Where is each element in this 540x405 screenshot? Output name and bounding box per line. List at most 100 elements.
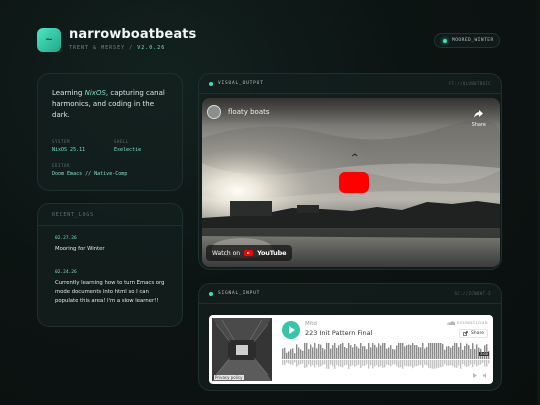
waveform-bar — [430, 343, 432, 359]
waveform-reflection-bar — [398, 360, 400, 368]
waveform-reflection-bar — [322, 360, 324, 365]
video-title[interactable]: floaty boats — [228, 108, 270, 116]
waveform-reflection-bar — [440, 360, 442, 368]
site-logo[interactable]: ~ — [37, 28, 61, 52]
soundcloud-cloud-icon — [446, 320, 455, 325]
spec-editor: EDITOR Doom Emacs // Native-Comp — [52, 163, 127, 177]
volume-icon[interactable] — [483, 373, 488, 378]
log-entry[interactable]: 02.24.26 Currently learning how to turn … — [55, 270, 173, 306]
waveform-reflection-bar — [336, 360, 338, 365]
video-play-button[interactable] — [339, 172, 369, 193]
soundcloud-play-button[interactable] — [282, 321, 300, 339]
waveform-reflection-bar — [306, 360, 308, 368]
soundcloud-wordmark: SOUNDCLOUD — [456, 320, 488, 325]
waveform-reflection-bar — [296, 360, 298, 367]
waveform-reflection-bar — [464, 360, 466, 366]
waveform-reflection-bar — [290, 360, 292, 365]
subtitle-version: V2.0.26 — [137, 45, 166, 51]
waveform-bar — [370, 347, 372, 359]
waveform-bar — [398, 343, 400, 359]
waveform-reflection-bar — [308, 360, 310, 365]
site-subtitle: TRENT & MERSEY / V2.0.26 — [69, 45, 165, 51]
spec-system: SYSTEM NixOS 25.11 — [52, 139, 85, 153]
waveform[interactable] — [282, 343, 490, 369]
soundcloud-logo[interactable]: SOUNDCLOUD — [446, 320, 488, 325]
waveform-reflection-bar — [382, 360, 384, 368]
waveform-reflection-bar — [292, 360, 294, 365]
track-artist[interactable]: Mitd — [305, 321, 317, 327]
next-track-icon[interactable] — [473, 373, 478, 378]
waveform-reflection-bar — [418, 360, 420, 366]
waveform-bar — [466, 343, 468, 359]
indicator-dot-icon — [209, 81, 213, 86]
soundcloud-controls — [473, 373, 488, 378]
waveform-bar — [308, 349, 310, 359]
waveform-bar — [372, 343, 374, 359]
privacy-policy-link[interactable]: Privacy policy — [214, 375, 244, 380]
waveform-reflection-bar — [288, 360, 290, 364]
waveform-bar — [432, 343, 434, 359]
youtube-player[interactable]: floaty boats Share Watch on YouTube — [202, 98, 500, 267]
waveform-reflection-bar — [406, 360, 408, 367]
log-text: Mooring for Winter — [55, 246, 105, 252]
site-title[interactable]: narrowboatbeats — [69, 27, 196, 42]
watch-on-youtube-button[interactable]: Watch on YouTube — [206, 245, 293, 261]
waveform-bar — [414, 345, 416, 359]
logs-title: RECENT_LOGS — [38, 204, 182, 226]
waveform-reflection-bar — [488, 360, 490, 364]
channel-avatar[interactable] — [207, 105, 221, 119]
waveform-reflection-bar — [404, 360, 406, 366]
waveform-bar — [394, 349, 396, 359]
waveform-bar — [320, 344, 322, 359]
card-title: SIGNAL_INPUT — [218, 291, 261, 296]
waveform-bar — [358, 348, 360, 359]
waveform-reflection-bar — [468, 360, 470, 367]
waveform-reflection-bar — [388, 360, 390, 366]
track-artwork[interactable]: Privacy policy — [212, 318, 272, 381]
intro-emphasis: NixOS — [84, 89, 106, 97]
waveform-reflection-bar — [410, 360, 412, 367]
waveform-reflection-bar — [366, 360, 368, 365]
waveform-bar — [410, 345, 412, 359]
spec-label: EDITOR — [52, 163, 71, 168]
share-icon — [463, 331, 468, 336]
waveform-reflection-bar — [350, 360, 352, 367]
waveform-reflection-bar — [424, 360, 426, 365]
waveform-bar — [456, 343, 458, 359]
waveform-reflection-bar — [354, 360, 356, 367]
waveform-bar — [368, 343, 370, 359]
waveform-bar — [468, 345, 470, 359]
track-title[interactable]: 223 Init Pattern Final — [305, 329, 372, 337]
soundcloud-share-button[interactable]: Share — [459, 329, 488, 338]
waveform-bar — [294, 353, 296, 359]
waveform-bar — [314, 343, 316, 359]
waveform-bar — [420, 347, 422, 359]
waveform-bar — [444, 349, 446, 359]
waveform-bar — [342, 343, 344, 359]
waveform-bar — [336, 347, 338, 359]
waveform-bar — [328, 343, 330, 359]
waveform-bar — [446, 346, 448, 359]
waveform-bar — [338, 345, 340, 359]
waveform-bar — [346, 348, 348, 359]
soundcloud-player[interactable]: Privacy policy Mitd 223 Init Pattern Fin… — [209, 315, 493, 384]
waveform-bar — [438, 343, 440, 359]
waveform-bar — [422, 343, 424, 359]
waveform-reflection-bar — [472, 360, 474, 368]
waveform-reflection-bar — [408, 360, 410, 367]
status-text: MOORED_WINTER — [452, 38, 494, 43]
video-share-button[interactable]: Share — [472, 103, 486, 128]
waveform-bar — [356, 346, 358, 359]
waveform-bar — [312, 347, 314, 359]
card-header-left: SIGNAL_INPUT — [209, 291, 260, 296]
waveform-reflection-bar — [378, 360, 380, 368]
waveform-reflection-bar — [394, 360, 396, 365]
log-entry[interactable]: 02.27.26 Mooring for Winter — [55, 236, 173, 254]
waveform-bar — [428, 343, 430, 359]
card-ref: SC://ZCNBHT-5 — [454, 291, 491, 296]
spec-value: Eselectie — [114, 147, 142, 153]
log-text: Currently learning how to turn Emacs org… — [55, 280, 165, 304]
waveform-reflection-bar — [484, 360, 486, 367]
waveform-bar — [424, 348, 426, 359]
waveform-reflection-bar — [420, 360, 422, 366]
